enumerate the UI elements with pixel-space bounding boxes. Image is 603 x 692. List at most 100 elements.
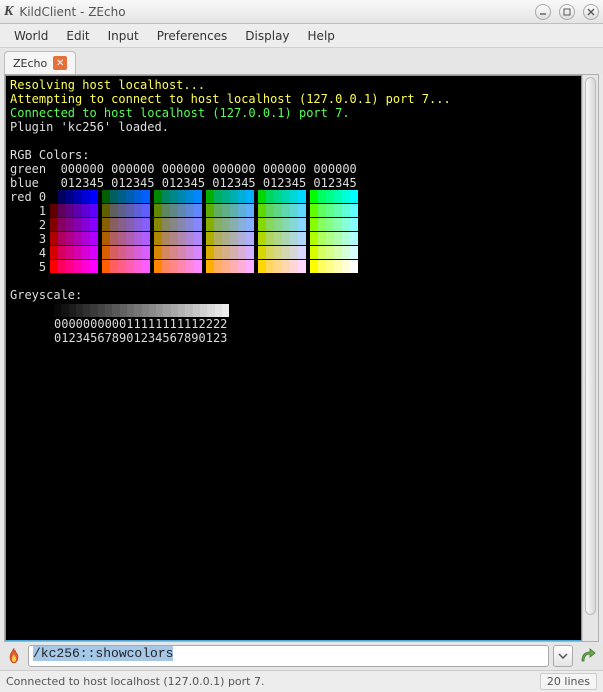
scrollbar[interactable]: [582, 75, 598, 641]
menu-input[interactable]: Input: [100, 26, 147, 46]
color-cell: [82, 260, 90, 273]
grey-cell: [90, 304, 97, 317]
menu-help[interactable]: Help: [300, 26, 343, 46]
grey-cell: [127, 304, 134, 317]
rgb-green-row: green 000000 000000 000000 000000 000000…: [10, 162, 577, 176]
color-cell: [154, 232, 162, 245]
color-cell: [214, 190, 222, 203]
color-cell: [82, 232, 90, 245]
color-cell: [310, 204, 318, 217]
input-bar: /kc256::showcolors: [0, 642, 603, 670]
color-cell: [110, 260, 118, 273]
window-title: KildClient - ZEcho: [19, 5, 535, 19]
grey-cell: [200, 304, 207, 317]
color-cell: [90, 246, 98, 259]
color-cell: [246, 232, 254, 245]
color-cell: [238, 232, 246, 245]
tab-zecho[interactable]: ZEcho ✕: [4, 51, 76, 74]
color-cell: [178, 218, 186, 231]
send-arrow-icon: [579, 647, 597, 665]
app-icon: K: [4, 4, 13, 20]
color-cell: [186, 190, 194, 203]
color-cell: [102, 218, 110, 231]
rgb-color-cube: red 0 1 2 3 4 5: [10, 190, 577, 274]
color-cell: [90, 218, 98, 231]
color-cell: [162, 218, 170, 231]
color-cell: [194, 232, 202, 245]
color-cell: [298, 190, 306, 203]
menu-display[interactable]: Display: [237, 26, 297, 46]
menu-preferences[interactable]: Preferences: [149, 26, 236, 46]
color-cell: [58, 246, 66, 259]
color-cell: [310, 232, 318, 245]
color-cell: [298, 246, 306, 259]
color-cell: [266, 218, 274, 231]
color-cell: [298, 204, 306, 217]
color-cell: [258, 218, 266, 231]
color-cell: [118, 204, 126, 217]
color-cell: [318, 232, 326, 245]
minimize-button[interactable]: [535, 4, 551, 20]
scroll-thumb[interactable]: [585, 77, 596, 615]
menu-edit[interactable]: Edit: [58, 26, 97, 46]
terminal-output[interactable]: Resolving host localhost... Attempting t…: [5, 75, 582, 641]
close-button[interactable]: [583, 4, 599, 20]
color-cell: [222, 204, 230, 217]
tab-close-icon[interactable]: ✕: [53, 56, 67, 70]
color-cell: [170, 232, 178, 245]
history-dropdown-button[interactable]: [553, 645, 573, 667]
color-cell: [178, 204, 186, 217]
color-cell: [258, 232, 266, 245]
chevron-down-icon: [558, 653, 568, 659]
color-cell: [342, 232, 350, 245]
command-input[interactable]: /kc256::showcolors: [28, 645, 549, 667]
menu-world[interactable]: World: [6, 26, 56, 46]
grey-cell: [149, 304, 156, 317]
grey-label: 000000000011111111112222: [54, 317, 577, 331]
color-cell: [170, 190, 178, 203]
red-row-label: red 0: [10, 190, 50, 204]
color-cell: [274, 246, 282, 259]
color-cell: [318, 246, 326, 259]
fire-icon[interactable]: [4, 646, 24, 666]
send-button[interactable]: [577, 645, 599, 667]
color-cell: [334, 218, 342, 231]
color-cell: [134, 260, 142, 273]
color-cell: [102, 260, 110, 273]
color-cell: [178, 260, 186, 273]
color-cell: [178, 190, 186, 203]
color-cell: [206, 246, 214, 259]
grey-cell: [215, 304, 222, 317]
rgb-blue-row: blue 012345 012345 012345 012345 012345 …: [10, 176, 577, 190]
color-cell: [142, 204, 150, 217]
color-cell: [110, 246, 118, 259]
color-cell: [206, 190, 214, 203]
color-cell: [58, 190, 66, 203]
color-cell: [334, 232, 342, 245]
color-cell: [126, 246, 134, 259]
color-cell: [230, 190, 238, 203]
color-cell: [238, 246, 246, 259]
grey-cell: [69, 304, 76, 317]
color-cell: [186, 204, 194, 217]
grey-cell: [61, 304, 68, 317]
color-cell: [118, 190, 126, 203]
tabbar: ZEcho ✕: [0, 48, 603, 74]
color-cell: [142, 260, 150, 273]
log-line: Connected to host localhost (127.0.0.1) …: [10, 106, 577, 120]
color-cell: [282, 232, 290, 245]
color-cell: [342, 204, 350, 217]
maximize-button[interactable]: [559, 4, 575, 20]
grey-cell: [222, 304, 229, 317]
color-cell: [274, 204, 282, 217]
color-cell: [230, 218, 238, 231]
tab-label: ZEcho: [13, 57, 47, 70]
color-cell: [74, 246, 82, 259]
log-line: Resolving host localhost...: [10, 78, 577, 92]
color-cell: [350, 204, 358, 217]
color-cell: [246, 260, 254, 273]
color-cell: [170, 204, 178, 217]
color-cell: [50, 218, 58, 231]
color-cell: [66, 204, 74, 217]
color-cell: [110, 190, 118, 203]
